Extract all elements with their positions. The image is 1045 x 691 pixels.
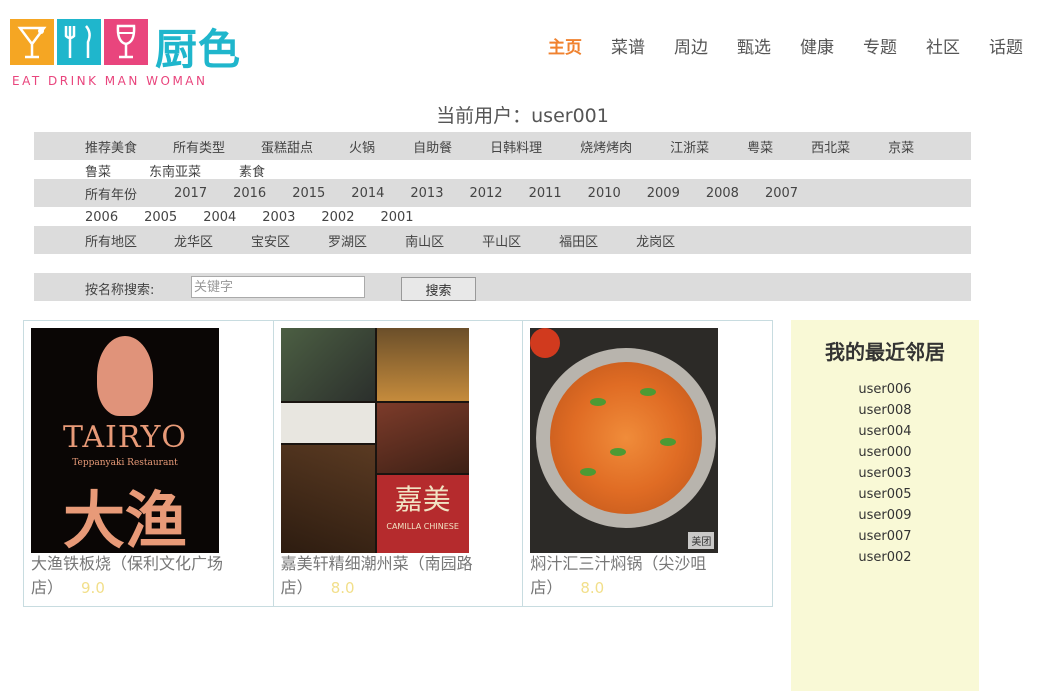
restaurant-name[interactable]: 嘉美轩精细潮州菜（南园路店） [281,554,473,597]
filter-option[interactable]: 2002 [321,210,354,225]
filter-option[interactable]: 日韩料理 [490,137,542,156]
filter-option[interactable]: 火锅 [349,137,375,156]
filter-option[interactable]: 2001 [380,210,413,225]
search-input[interactable] [191,276,365,298]
neighbors-panel: 我的最近邻居 user006 user008 user004 user000 u… [791,320,979,691]
nav-community[interactable]: 社区 [926,33,960,58]
filter-option[interactable]: 江浙菜 [670,137,709,156]
filter-option[interactable]: 鲁菜 [85,161,111,180]
filter-option[interactable]: 2008 [706,186,739,201]
filter-option[interactable]: 所有类型 [173,137,225,156]
neighbor-item[interactable]: user004 [791,421,979,442]
filter-option[interactable]: 2010 [588,186,621,201]
wine-glass-icon [104,19,148,65]
nav-home[interactable]: 主页 [548,33,582,58]
neighbor-item[interactable]: user002 [791,547,979,568]
filter-option[interactable]: 龙岗区 [636,231,675,250]
filter-option[interactable]: 2013 [410,186,443,201]
nav-discussion[interactable]: 话题 [989,33,1023,58]
filter-option[interactable]: 2003 [262,210,295,225]
filter-option[interactable]: 2006 [85,210,118,225]
filter-option[interactable]: 2017 [174,186,207,201]
restaurant-name[interactable]: 大渔铁板烧（保利文化广场店） [31,554,223,597]
restaurant-card[interactable]: TAIRYO Teppanyaki Restaurant 大渔 大渔铁板烧（保利… [24,321,274,606]
restaurant-card[interactable]: 美团 焖汁汇三汁焖锅（尖沙咀店） 8.0 [523,321,772,606]
nav-health[interactable]: 健康 [800,33,834,58]
filter-option[interactable]: 福田区 [559,231,598,250]
category-filter: 推荐美食 所有类型 蛋糕甜点 火锅 自助餐 日韩料理 烧烤烤肉 江浙菜 粤菜 西… [34,132,971,181]
restaurant-score: 8.0 [580,579,605,597]
filter-option[interactable]: 2011 [529,186,562,201]
brand-name: 厨色 [155,25,242,74]
filter-option[interactable]: 罗湖区 [328,231,367,250]
restaurant-list: TAIRYO Teppanyaki Restaurant 大渔 大渔铁板烧（保利… [23,320,773,607]
cocktail-icon [10,19,54,65]
filter-option[interactable]: 宝安区 [251,231,290,250]
filter-option[interactable]: 西北菜 [811,137,850,156]
filter-option[interactable]: 东南亚菜 [149,161,201,180]
filter-option[interactable]: 2016 [233,186,266,201]
filter-option[interactable]: 平山区 [482,231,521,250]
filter-option[interactable]: 烧烤烤肉 [580,137,632,156]
filter-option[interactable]: 2012 [469,186,502,201]
brand-tagline: EAT DRINK MAN WOMAN [12,74,208,88]
filter-option[interactable]: 粤菜 [747,137,773,156]
filter-option[interactable]: 2007 [765,186,798,201]
nav-topics[interactable]: 专题 [863,33,897,58]
filter-option[interactable]: 2005 [144,210,177,225]
restaurant-score: 8.0 [330,579,355,597]
year-filter: 所有年份 2017 2016 2015 2014 2013 2012 2011 … [34,179,971,228]
filter-option[interactable]: 2014 [351,186,384,201]
filter-option[interactable]: 南山区 [405,231,444,250]
restaurant-name[interactable]: 焖汁汇三汁焖锅（尖沙咀店） [530,554,706,597]
area-filter: 所有地区 龙华区 宝安区 罗湖区 南山区 平山区 福田区 龙岗区 [34,226,971,254]
neighbor-item[interactable]: user007 [791,526,979,547]
current-user-label: 当前用户：user001 [436,105,609,127]
restaurant-image[interactable]: 美团 [530,328,719,553]
filter-option[interactable]: 2009 [647,186,680,201]
neighbors-list: user006 user008 user004 user000 user003 … [791,379,979,568]
restaurant-image[interactable]: 嘉美 CAMILLA CHINESE [280,328,469,553]
watermark: 美团 [688,532,715,549]
search-button[interactable]: 搜索 [401,277,476,301]
restaurant-score: 9.0 [81,579,105,597]
neighbor-item[interactable]: user008 [791,400,979,421]
filter-option[interactable]: 所有地区 [85,231,137,250]
neighbor-item[interactable]: user005 [791,484,979,505]
filter-option[interactable]: 素食 [239,161,265,180]
search-label: 按名称搜索: [85,283,155,298]
fish-logo-icon [97,336,153,416]
filter-option[interactable]: 龙华区 [174,231,213,250]
filter-option[interactable]: 2015 [292,186,325,201]
filter-option[interactable]: 所有年份 [85,184,137,203]
neighbors-title: 我的最近邻居 [825,340,945,364]
filter-option[interactable]: 京菜 [888,137,914,156]
nav-selected[interactable]: 甄选 [737,33,771,58]
restaurant-card[interactable]: 嘉美 CAMILLA CHINESE 嘉美轩精细潮州菜（南园路店） 8.0 [274,321,524,606]
filter-option[interactable]: 推荐美食 [85,137,137,156]
search-bar: 按名称搜索: 搜索 [34,273,971,301]
nav-nearby[interactable]: 周边 [674,33,708,58]
fork-knife-icon [57,19,101,65]
restaurant-image[interactable]: TAIRYO Teppanyaki Restaurant 大渔 [31,328,219,553]
filter-option[interactable]: 自助餐 [413,137,452,156]
neighbor-item[interactable]: user009 [791,505,979,526]
main-nav: 主页 菜谱 周边 甄选 健康 专题 社区 话题 [519,33,1023,58]
neighbor-item[interactable]: user006 [791,379,979,400]
site-logo[interactable]: 厨色 EAT DRINK MAN WOMAN [10,16,250,90]
nav-recipes[interactable]: 菜谱 [611,33,645,58]
filter-option[interactable]: 蛋糕甜点 [261,137,313,156]
neighbor-item[interactable]: user003 [791,463,979,484]
neighbor-item[interactable]: user000 [791,442,979,463]
filter-option[interactable]: 2004 [203,210,236,225]
